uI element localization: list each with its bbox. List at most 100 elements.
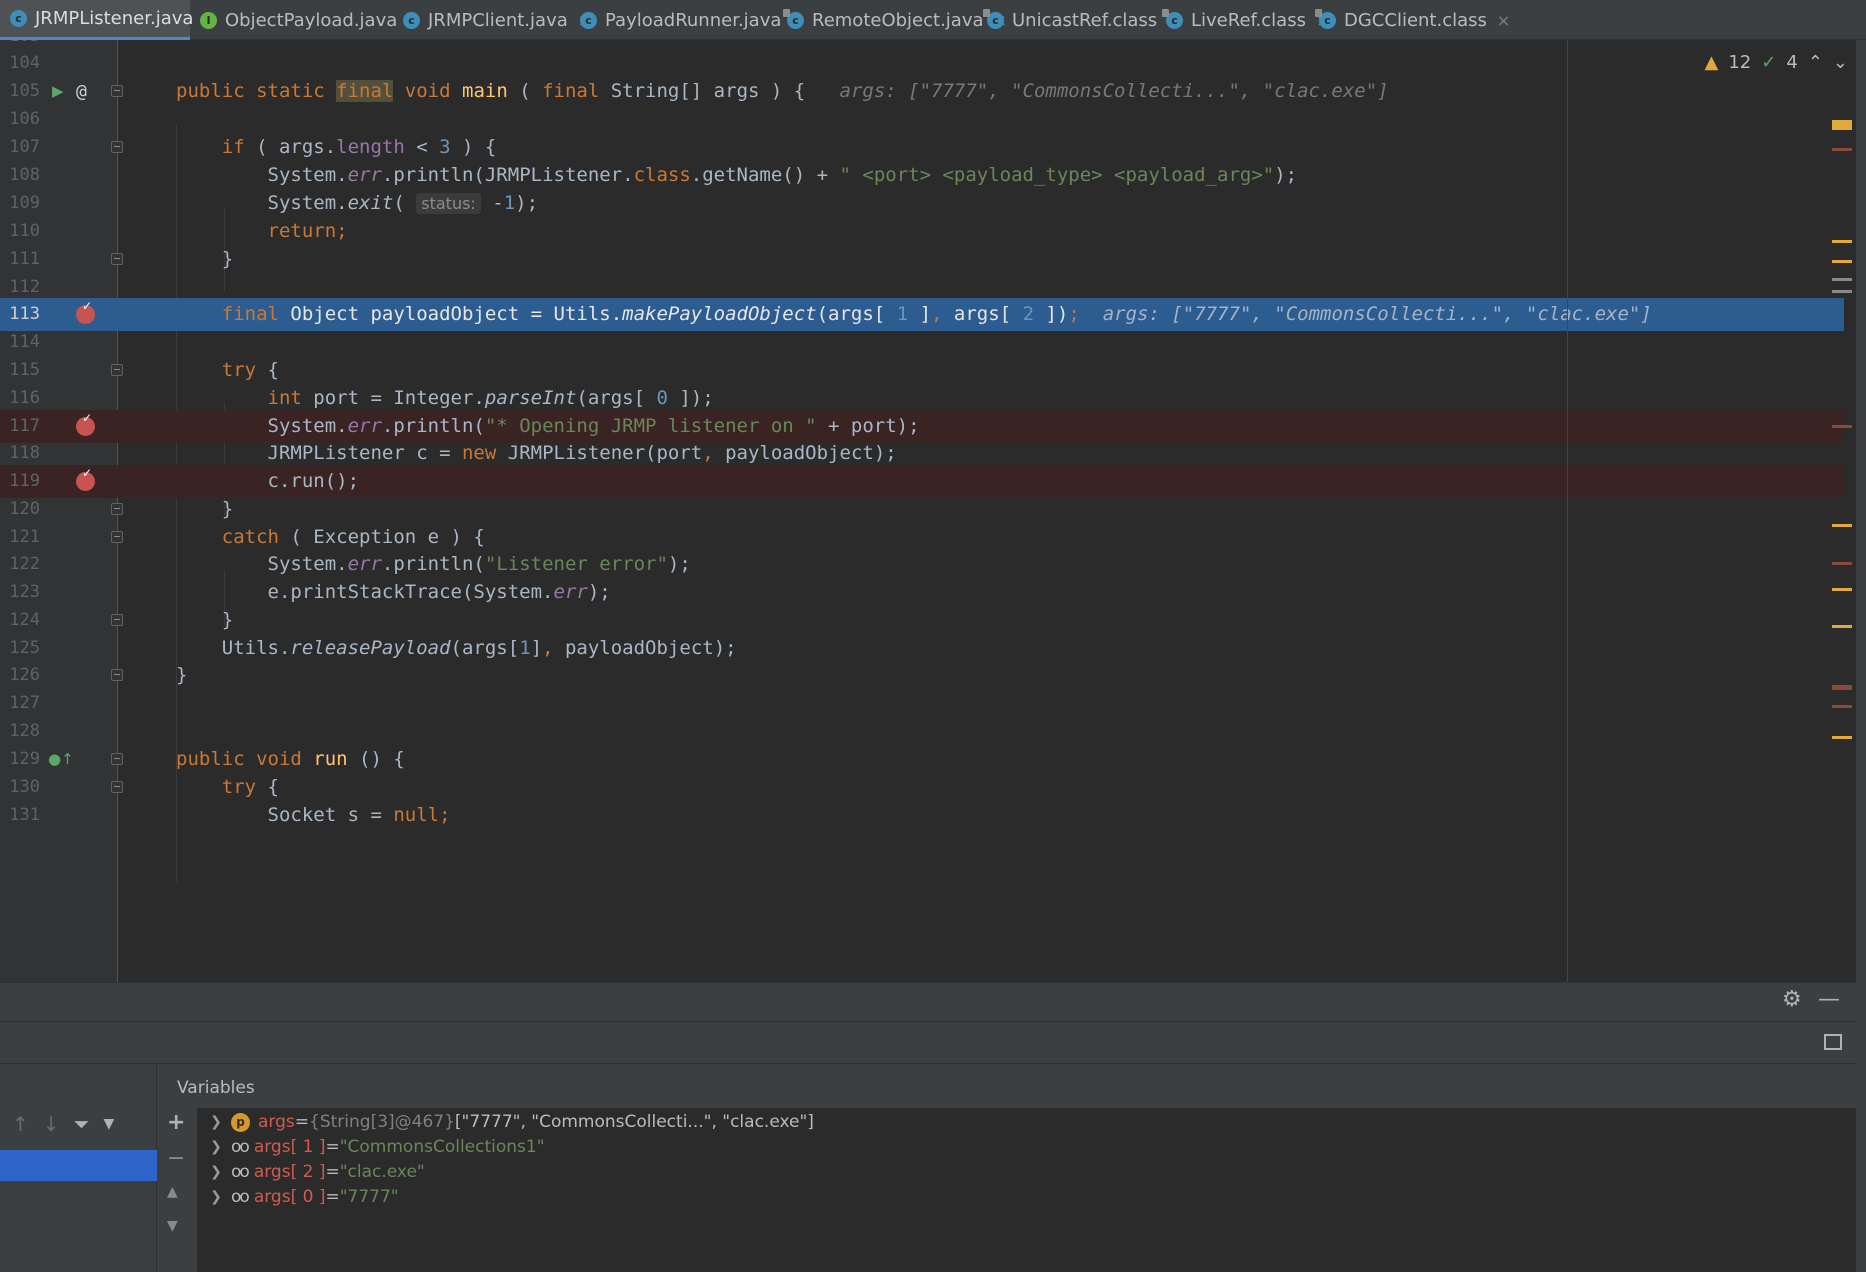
tab-label: JRMPClient.java: [428, 9, 568, 31]
right-tool-window-bar[interactable]: [1856, 40, 1866, 1272]
selected-frame[interactable]: [0, 1150, 157, 1181]
fold-icon[interactable]: [111, 503, 123, 515]
frames-pane[interactable]: ↑ ↓ ⏷ ▼: [0, 1064, 157, 1272]
variable-equals: =: [325, 1187, 340, 1207]
tab-label: ObjectPayload.java: [225, 9, 398, 31]
chevron-down-icon[interactable]: ▼: [104, 1116, 115, 1132]
usage-stripe[interactable]: [1832, 290, 1852, 293]
warning-stripe[interactable]: [1832, 625, 1852, 628]
class-icon: c: [580, 11, 597, 29]
class-icon: c: [403, 11, 420, 29]
tab-remoteobject[interactable]: c RemoteObject.java ×: [783, 0, 1007, 40]
frames-toolbar: ↑ ↓ ⏷ ▼: [0, 1104, 157, 1144]
breakpoint-icon[interactable]: [76, 466, 95, 491]
error-stripe[interactable]: [1832, 685, 1852, 690]
variable-equals: =: [294, 1112, 310, 1132]
minimize-icon[interactable]: —: [1818, 987, 1840, 1012]
tab-liveref[interactable]: c LiveRef.class ×: [1162, 0, 1329, 40]
expand-arrow-icon[interactable]: ❯: [201, 1139, 231, 1155]
tab-label: LiveRef.class: [1191, 9, 1306, 31]
breakpoint-icon[interactable]: [76, 411, 95, 436]
fold-icon[interactable]: [111, 781, 123, 793]
fold-icon[interactable]: [111, 753, 123, 765]
warning-icon: ▲: [1704, 52, 1719, 73]
move-up-icon[interactable]: ▲: [167, 1184, 178, 1200]
variable-type: {String[3]@467}: [309, 1112, 455, 1132]
variable-name: args: [258, 1112, 295, 1132]
fold-icon[interactable]: [111, 614, 123, 626]
watch-icon: oo: [231, 1187, 250, 1207]
expand-arrow-icon[interactable]: ❯: [201, 1164, 231, 1180]
code-line[interactable]: 131 Socket s = null;: [0, 799, 1856, 832]
inspection-widget[interactable]: ▲ 12 ✓ 4 ⌃ ⌄: [1705, 52, 1848, 73]
watch-icon: oo: [231, 1137, 250, 1157]
variable-row[interactable]: ❯ oo args[ 0 ] = "7777": [197, 1182, 399, 1212]
remove-watch-icon[interactable]: −: [167, 1146, 185, 1171]
tab-label: RemoteObject.java: [812, 9, 984, 31]
line-number: 131: [9, 805, 40, 825]
up-arrow-icon[interactable]: ↑: [12, 1112, 29, 1136]
layout-settings-icon[interactable]: [1824, 1034, 1842, 1050]
warning-stripe[interactable]: [1832, 240, 1852, 243]
class-file-icon: c: [1315, 8, 1336, 29]
class-icon: c: [10, 10, 27, 27]
parameter-hint: status:: [416, 193, 481, 214]
class-file-icon: c: [983, 8, 1004, 29]
variable-name: args[ 2 ]: [253, 1162, 326, 1182]
tab-label: DGCClient.class: [1344, 9, 1487, 31]
fold-icon[interactable]: [111, 669, 123, 681]
variables-tree[interactable]: ❯ p args = {String[3]@467} ["7777", "Com…: [197, 1108, 1856, 1272]
tab-dgcclient[interactable]: c DGCClient.class ×: [1315, 0, 1510, 40]
down-arrow-icon[interactable]: ↓: [43, 1112, 60, 1136]
gear-icon[interactable]: ⚙: [1782, 987, 1802, 1012]
tab-objectpayload[interactable]: I ObjectPayload.java ×: [200, 0, 421, 40]
warning-count: 12: [1728, 52, 1752, 73]
inline-debug-value: args: ["7777", "CommonsCollecti...", "cl…: [1102, 303, 1652, 325]
editor-scrollbar[interactable]: [1844, 40, 1856, 982]
expand-arrow-icon[interactable]: ❯: [201, 1114, 231, 1130]
right-margin-guide: [1567, 40, 1568, 982]
fold-icon[interactable]: [111, 531, 123, 543]
variable-equals: =: [325, 1137, 340, 1157]
variable-value: "CommonsCollections1": [339, 1137, 545, 1157]
filter-icon[interactable]: ⏷: [74, 1112, 90, 1136]
fold-icon[interactable]: [111, 141, 123, 153]
error-stripe[interactable]: [1832, 705, 1852, 708]
variable-value: "7777": [339, 1187, 399, 1207]
fold-icon[interactable]: [111, 253, 123, 265]
tab-payloadrunner[interactable]: c PayloadRunner.java ×: [580, 0, 805, 40]
variables-pane: Variables + − ▲ ▼ ❯ p args = {String[3]@…: [157, 1064, 1856, 1272]
error-stripe[interactable]: [1832, 425, 1852, 428]
warning-stripe[interactable]: [1832, 260, 1852, 263]
previous-highlight-icon[interactable]: ⌃: [1808, 52, 1823, 73]
tab-jrmplistener[interactable]: c JRMPListener.java ×: [0, 0, 217, 40]
variable-value: "clac.exe": [339, 1162, 425, 1182]
breakpoint-icon[interactable]: [76, 299, 95, 324]
class-file-icon: c: [783, 8, 804, 29]
expand-arrow-icon[interactable]: ❯: [201, 1189, 231, 1205]
move-down-icon[interactable]: ▼: [167, 1218, 178, 1234]
fold-icon[interactable]: [111, 364, 123, 376]
interface-icon: I: [200, 11, 217, 29]
code-editor[interactable]: 103 104 105 ▶ @ public static final void…: [0, 40, 1866, 982]
tab-jrmpclient[interactable]: c JRMPClient.java ×: [403, 0, 591, 40]
close-icon[interactable]: ×: [1497, 11, 1510, 30]
debugger-toolbar: [0, 1022, 1856, 1064]
watch-icon: oo: [231, 1162, 250, 1182]
error-stripe[interactable]: [1832, 562, 1852, 565]
variable-name: args[ 0 ]: [253, 1187, 326, 1207]
parameter-icon: p: [231, 1112, 250, 1132]
add-watch-icon[interactable]: +: [167, 1110, 185, 1135]
editor-tab-bar: c JRMPListener.java × I ObjectPayload.ja…: [0, 0, 1866, 40]
warning-stripe[interactable]: [1832, 524, 1852, 527]
warning-stripe[interactable]: [1832, 588, 1852, 591]
tab-label: PayloadRunner.java: [605, 9, 782, 31]
variable-equals: =: [325, 1162, 340, 1182]
warning-stripe[interactable]: [1832, 120, 1852, 130]
inline-debug-value: args: ["7777", "CommonsCollecti...", "cl…: [839, 80, 1389, 102]
tab-unicastref[interactable]: c UnicastRef.class ×: [983, 0, 1181, 40]
warning-stripe[interactable]: [1832, 736, 1852, 739]
error-stripe[interactable]: [1832, 148, 1852, 151]
fold-icon[interactable]: [111, 85, 123, 97]
usage-stripe[interactable]: [1832, 278, 1852, 281]
